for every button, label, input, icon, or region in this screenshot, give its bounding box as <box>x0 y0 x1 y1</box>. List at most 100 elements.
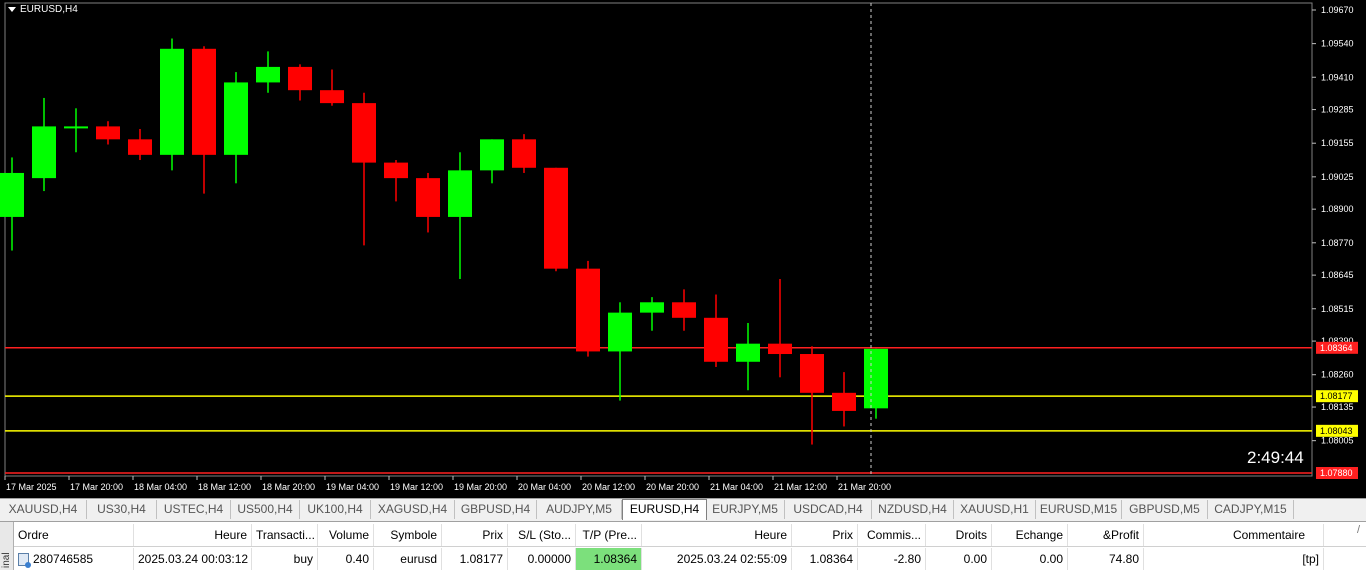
price-tick-label: 1.09155 <box>1321 138 1354 148</box>
candle-countdown: 2:49:44 <box>1247 448 1304 467</box>
bear-candle <box>192 48 216 155</box>
bear-candle <box>768 343 792 355</box>
column-header-symbole[interactable]: Symbole <box>374 524 442 546</box>
time-tick-label: 19 Mar 04:00 <box>326 482 379 492</box>
tab-audjpy-m5[interactable]: AUDJPY,M5 <box>537 500 622 519</box>
tab-ustec-h4[interactable]: USTEC,H4 <box>157 500 231 519</box>
candlestick-chart[interactable]: 1.09670 1.09540 1.09410 1.09285 1.09155 1.090… <box>0 0 1366 498</box>
price-tick-label: 1.08135 <box>1321 402 1354 412</box>
bull-candle <box>0 172 24 217</box>
time-tick-label: 17 Mar 20:00 <box>70 482 123 492</box>
price-tick-label: 1.08260 <box>1321 370 1354 380</box>
price-tick-label: 1.08515 <box>1321 304 1354 314</box>
column-header-volume[interactable]: Volume <box>318 524 374 546</box>
bull-candle <box>640 302 664 313</box>
bull-candle <box>32 126 56 179</box>
bear-candle <box>96 126 120 140</box>
time-tick-label: 21 Mar 12:00 <box>774 482 827 492</box>
time-tick-label: 18 Mar 04:00 <box>134 482 187 492</box>
cell-droits: 0.00 <box>926 548 992 570</box>
column-header-echange[interactable]: Echange <box>992 524 1068 546</box>
price-tick-label: 1.08900 <box>1321 204 1354 214</box>
price-tag-label: 1.07880 <box>1320 468 1353 478</box>
dropdown-triangle-icon <box>8 6 16 12</box>
price-chart[interactable]: 1.09670 1.09540 1.09410 1.09285 1.09155 1.090… <box>0 0 1366 498</box>
order-icon <box>18 553 31 569</box>
terminal-header: Ordre Heure Transacti... Volume Symbole Prix S… <box>14 524 1366 547</box>
column-header-heure_open[interactable]: Heure <box>134 524 252 546</box>
tab-usdcad-h4[interactable]: USDCAD,H4 <box>785 500 872 519</box>
cell-type: buy <box>252 548 318 570</box>
price-tag-label: 1.08043 <box>1320 426 1353 436</box>
cell-heure_open: 2025.03.24 00:03:12 <box>134 548 252 570</box>
cell-symbole: eurusd <box>374 548 442 570</box>
column-header-sl[interactable]: S/L (Sto... <box>508 524 576 546</box>
price-tag-label: 1.08364 <box>1320 343 1353 353</box>
table-row[interactable]: 280746585 2025.03.24 00:03:12 buy 0.40 eurus… <box>14 548 1366 570</box>
bear-candle <box>384 162 408 179</box>
tab-xauusd-h4[interactable]: XAUUSD,H4 <box>0 500 87 519</box>
cell-prix_close: 1.08364 <box>792 548 858 570</box>
bull-candle <box>864 348 888 409</box>
sort-arrow-icon: / <box>1356 524 1360 536</box>
tab-us30-h4[interactable]: US30,H4 <box>87 500 157 519</box>
time-tick-label: 19 Mar 12:00 <box>390 482 443 492</box>
column-header-profit[interactable]: &Profit <box>1068 524 1144 546</box>
time-tick-label: 20 Mar 20:00 <box>646 482 699 492</box>
bear-candle <box>320 90 344 104</box>
order-number: 280746585 <box>33 552 94 566</box>
price-tick-label: 1.09025 <box>1321 172 1354 182</box>
column-header-prix_close[interactable]: Prix <box>792 524 858 546</box>
column-header-tp[interactable]: T/P (Pre... <box>576 524 642 546</box>
price-tag-label: 1.08177 <box>1320 391 1353 401</box>
cell-commission: -2.80 <box>858 548 926 570</box>
price-tick-label: 1.08005 <box>1321 436 1354 446</box>
time-tick-label: 18 Mar 20:00 <box>262 482 315 492</box>
price-tick-label: 1.08770 <box>1321 238 1354 248</box>
cell-commentaire: [tp] <box>1144 548 1324 570</box>
cell-profit: 74.80 <box>1068 548 1144 570</box>
bear-candle <box>512 139 536 168</box>
time-tick-label: 18 Mar 12:00 <box>198 482 251 492</box>
bull-candle <box>480 139 504 171</box>
cell-ordre: 280746585 <box>14 548 134 570</box>
column-header-commentaire[interactable]: Commentaire <box>1144 524 1324 546</box>
column-header-ordre[interactable]: Ordre <box>14 524 134 546</box>
tab-xauusd-h1[interactable]: XAUUSD,H1 <box>954 500 1036 519</box>
column-header-prix_open[interactable]: Prix <box>442 524 508 546</box>
tab-eurusd-m15[interactable]: EURUSD,M15 <box>1036 500 1122 519</box>
side-label-text: inal <box>1 552 12 568</box>
tab-us500-h4[interactable]: US500,H4 <box>231 500 300 519</box>
column-header-type[interactable]: Transacti... <box>252 524 318 546</box>
tab-gbpusd-m5[interactable]: GBPUSD,M5 <box>1122 500 1208 519</box>
symbol-label-text: EURUSD,H4 <box>20 4 78 15</box>
bull-candle <box>736 343 760 362</box>
bull-candle <box>160 48 184 155</box>
tab-cadjpy-m15[interactable]: CADJPY,M15 <box>1208 500 1294 519</box>
cell-tp: 1.08364 <box>576 548 642 570</box>
tab-gbpusd-h4[interactable]: GBPUSD,H4 <box>455 500 537 519</box>
tab-uk100-h4[interactable]: UK100,H4 <box>300 500 371 519</box>
tab-eurusd-h4[interactable]: EURUSD,H4 <box>622 499 707 520</box>
bear-candle <box>832 392 856 411</box>
tab-xagusd-h4[interactable]: XAGUSD,H4 <box>371 500 455 519</box>
bull-candle <box>64 126 88 129</box>
time-tick-label: 19 Mar 20:00 <box>454 482 507 492</box>
column-header-commission[interactable]: Commis... <box>858 524 926 546</box>
time-tick-label: 21 Mar 20:00 <box>838 482 891 492</box>
price-tick-label: 1.08645 <box>1321 270 1354 280</box>
column-header-droits[interactable]: Droits <box>926 524 992 546</box>
cell-volume: 0.40 <box>318 548 374 570</box>
bull-candle <box>224 82 248 155</box>
cell-sl: 0.00000 <box>508 548 576 570</box>
cell-heure_close: 2025.03.24 02:55:09 <box>642 548 792 570</box>
bear-candle <box>800 354 824 393</box>
tab-nzdusd-h4[interactable]: NZDUSD,H4 <box>872 500 954 519</box>
time-tick-label: 21 Mar 04:00 <box>710 482 763 492</box>
tab-eurjpy-m5[interactable]: EURJPY,M5 <box>706 500 785 519</box>
bull-candle <box>608 312 632 352</box>
bull-candle <box>448 170 472 217</box>
column-header-heure_close[interactable]: Heure <box>642 524 792 546</box>
bull-candle <box>256 66 280 83</box>
bear-candle <box>352 103 376 163</box>
